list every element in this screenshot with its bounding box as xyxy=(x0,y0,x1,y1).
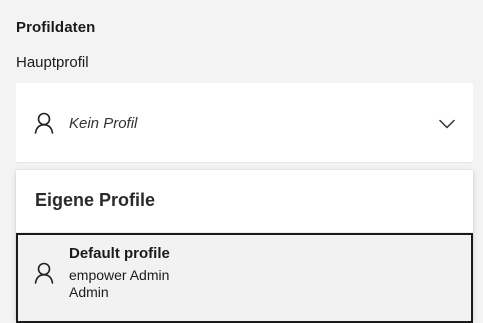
profile-name: Default profile xyxy=(69,245,170,262)
main-profile-dropdown[interactable]: Kein Profil xyxy=(16,83,473,163)
section-title: Profildaten xyxy=(16,19,96,36)
main-profile-label: Hauptprofil xyxy=(16,54,89,71)
person-icon xyxy=(34,262,54,284)
dropdown-selected-value: Kein Profil xyxy=(69,115,138,132)
profile-role: Admin xyxy=(69,284,109,300)
person-icon xyxy=(34,112,54,134)
popup-header: Eigene Profile xyxy=(35,190,156,210)
profile-list-item[interactable]: Default profile empower Admin Admin xyxy=(16,233,473,323)
profile-owner: empower Admin xyxy=(69,267,170,283)
profile-popup: Eigene Profile Default profile empower A… xyxy=(16,170,473,323)
chevron-down-icon[interactable] xyxy=(439,116,455,129)
